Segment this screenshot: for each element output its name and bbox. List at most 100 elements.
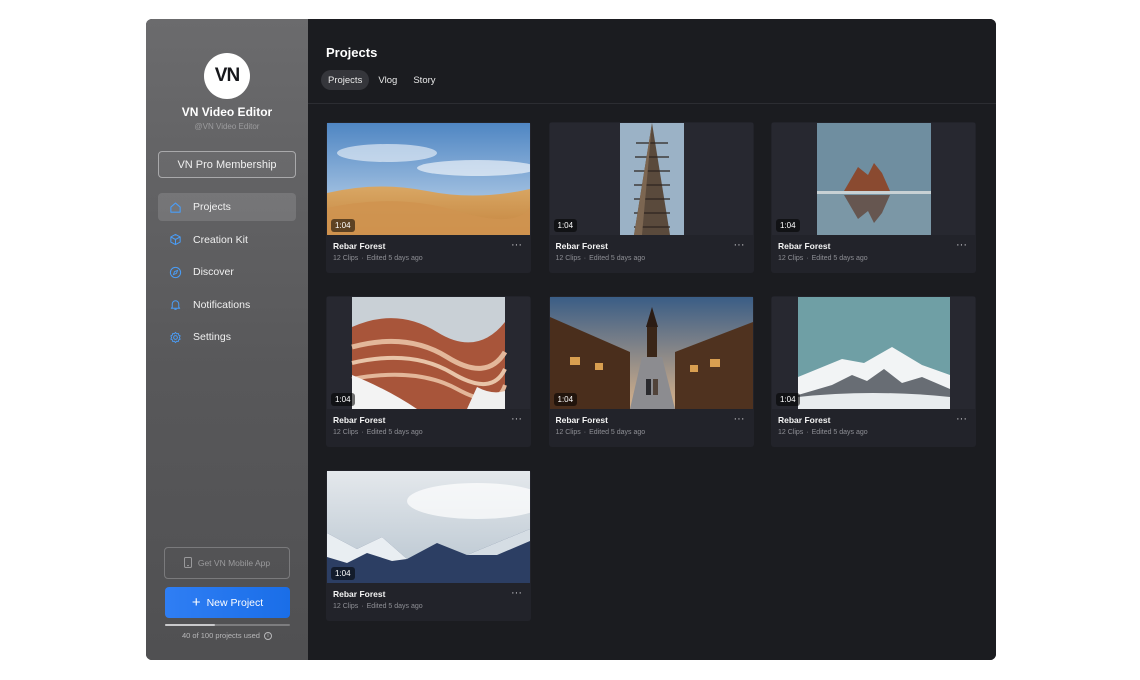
edited-time: Edited 5 days ago [366,603,423,610]
bell-icon [168,298,182,312]
project-title: Rebar Forest [333,241,386,251]
clip-count: 12 Clips [555,255,581,262]
new-project-button[interactable]: + New Project [165,587,290,618]
duration-badge: 1:04 [553,219,578,232]
more-options-icon[interactable]: ··· [956,239,967,251]
sidebar-item-settings[interactable]: Settings [158,323,296,351]
sidebar-item-label: Notifications [193,298,251,311]
sidebar-item-label: Projects [193,201,231,213]
separator-dot: · [806,429,809,436]
usage-info: 40 of 100 projects used i [146,631,308,640]
more-options-icon[interactable]: ··· [511,587,522,599]
home-icon [168,200,182,214]
plus-icon: + [191,593,201,611]
duration-badge: 1:04 [331,567,355,580]
duration-badge: 1:04 [553,393,578,406]
duration-badge: 1:04 [331,219,355,232]
project-thumbnail [327,297,530,409]
project-card[interactable]: 1:04 Rebar Forest 12 Clips · Edited 5 days a… [771,296,976,447]
main-panel: Projects Projects Vlog Story 1:04 Rebar For… [308,19,996,660]
gear-icon [168,330,182,344]
separator-dot: · [806,255,809,262]
app-window: VN VN Video Editor @VN Video Editor VN P… [146,19,996,660]
duration-badge: 1:04 [776,219,800,232]
project-thumbnail [327,471,530,583]
more-options-icon[interactable]: ··· [511,239,522,251]
project-thumbnail [549,123,753,235]
clip-count: 12 Clips [333,429,359,436]
separator-dot: · [361,255,364,262]
sidebar-nav: Projects Creation Kit Discover Notification… [158,193,296,356]
app-name: VN Video Editor [181,105,273,119]
more-options-icon[interactable]: ··· [956,413,967,425]
edited-time: Edited 5 days ago [366,255,423,262]
header-divider [308,103,996,104]
project-card[interactable]: 1:04 Rebar Forest 12 Clips · Edited 5 days a… [326,470,531,621]
sidebar-item-label: Discover [193,266,234,278]
clip-count: 12 Clips [778,429,804,436]
duration-badge: 1:04 [776,393,800,406]
tab-projects[interactable]: Projects [321,70,370,90]
project-title: Rebar Forest [555,241,608,251]
project-tabs: Projects Vlog Story [321,70,443,90]
get-mobile-app-button[interactable]: Get VN Mobile App [164,547,290,579]
project-thumbnail [549,297,753,409]
project-thumbnail [327,123,530,235]
project-meta: 12 Clips · Edited 5 days ago [333,429,423,436]
cube-icon [168,233,182,247]
project-card[interactable]: 1:04 Rebar Forest 12 Clips · Edited 5 days a… [548,296,754,447]
separator-dot: · [361,429,364,436]
project-thumbnail [772,297,975,409]
get-mobile-app-label: Get VN Mobile App [197,558,271,568]
separator-dot: · [361,603,364,610]
info-icon[interactable]: i [263,631,272,640]
more-options-icon[interactable]: ··· [734,413,745,425]
clip-count: 12 Clips [333,255,359,262]
project-meta: 12 Clips · Edited 5 days ago [778,255,868,262]
edited-time: Edited 5 days ago [811,255,868,262]
project-card[interactable]: 1:04 Rebar Forest 12 Clips · Edited 5 days a… [548,122,754,273]
edited-time: Edited 5 days ago [589,255,646,262]
project-thumbnail [772,123,975,235]
usage-text: 40 of 100 projects used [182,631,260,640]
project-card[interactable]: 1:04 Rebar Forest 12 Clips · Edited 5 days a… [326,122,531,273]
tab-vlog[interactable]: Vlog [371,70,404,90]
membership-button[interactable]: VN Pro Membership [158,151,296,178]
project-title: Rebar Forest [333,589,386,599]
clip-count: 12 Clips [778,255,804,262]
duration-badge: 1:04 [331,393,355,406]
project-title: Rebar Forest [778,415,831,425]
tab-story[interactable]: Story [406,70,442,90]
new-project-label: New Project [206,596,264,609]
sidebar: VN VN Video Editor @VN Video Editor VN P… [146,19,308,660]
app-logo: VN [204,53,250,99]
sidebar-item-discover[interactable]: Discover [158,258,296,286]
project-meta: 12 Clips · Edited 5 days ago [333,255,423,262]
project-title: Rebar Forest [555,415,608,425]
project-meta: 12 Clips · Edited 5 days ago [778,429,868,436]
usage-progress-bar [165,624,290,626]
sidebar-item-label: Settings [193,331,231,343]
project-title: Rebar Forest [778,241,831,251]
project-title: Rebar Forest [333,415,386,425]
sidebar-item-creation-kit[interactable]: Creation Kit [158,226,296,254]
clip-count: 12 Clips [555,429,581,436]
project-card[interactable]: 1:04 Rebar Forest 12 Clips · Edited 5 days a… [771,122,976,273]
compass-icon [168,265,182,279]
app-handle: @VN Video Editor [194,122,260,131]
more-options-icon[interactable]: ··· [511,413,522,425]
edited-time: Edited 5 days ago [589,429,646,436]
edited-time: Edited 5 days ago [811,429,868,436]
project-meta: 12 Clips · Edited 5 days ago [556,255,646,262]
clip-count: 12 Clips [333,603,359,610]
edited-time: Edited 5 days ago [366,429,423,436]
sidebar-item-projects[interactable]: Projects [158,193,296,221]
more-options-icon[interactable]: ··· [734,239,745,251]
usage-progress-fill [165,624,215,626]
project-card[interactable]: 1:04 Rebar Forest 12 Clips · Edited 5 days a… [326,296,531,447]
separator-dot: · [583,255,587,262]
project-meta: 12 Clips · Edited 5 days ago [333,603,423,610]
sidebar-item-notifications[interactable]: Notifications [158,291,296,319]
page-title: Projects [326,45,378,60]
phone-icon [183,556,192,570]
